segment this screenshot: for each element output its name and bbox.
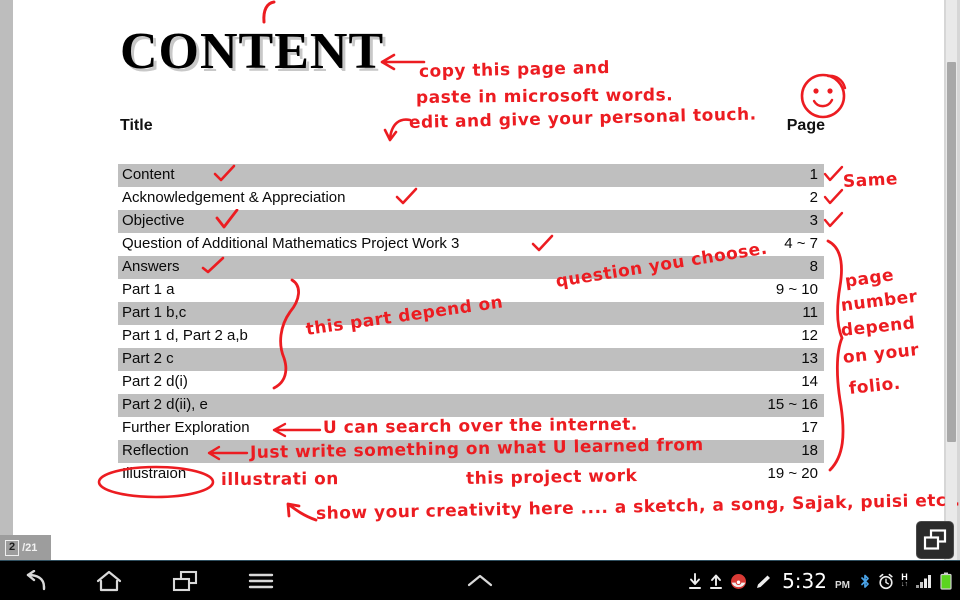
toc-entry-title: Part 1 d, Part 2 a,b	[122, 327, 248, 344]
toc-entry-title: Question of Additional Mathematics Proje…	[122, 235, 460, 252]
upload-status-button[interactable]	[709, 573, 723, 590]
toc-entry-title: Acknowledgement & Appreciation	[122, 189, 346, 206]
table-of-contents: Content 1 Acknowledgement & Appreciation 2 O…	[118, 164, 824, 486]
toc-entry-page: 18	[801, 442, 818, 459]
table-row: Content 1	[118, 164, 824, 187]
toc-entry-title: Part 1 a	[122, 281, 175, 298]
toc-entry-page: 13	[801, 350, 818, 367]
home-button[interactable]	[94, 566, 124, 596]
table-row: Illustraion 19 ~ 20	[118, 463, 824, 486]
recent-apps-icon	[172, 570, 198, 592]
network-type-indicator: H ↓↑	[901, 573, 908, 589]
status-icon-group: 5:32 PM H ↓↑	[688, 561, 952, 600]
notification-status-button[interactable]	[730, 573, 747, 590]
toc-entry-page: 14	[801, 373, 818, 390]
toc-entry-page: 2	[809, 189, 818, 206]
toc-entry-page: 11	[802, 304, 818, 321]
page-margin-left	[0, 0, 13, 560]
status-clock-time: 5:32	[782, 569, 827, 593]
download-status-button[interactable]	[688, 572, 702, 590]
screen-root: CONTENT Title Page Content 1 Acknowledgeme…	[0, 0, 960, 600]
table-row: Acknowledgement & Appreciation 2	[118, 187, 824, 210]
page-indicator[interactable]: 2 /21	[0, 535, 51, 560]
home-icon	[96, 570, 122, 592]
table-row: Part 1 b,c 11	[118, 302, 824, 325]
back-arrow-icon	[26, 570, 46, 591]
notification-circle-icon	[731, 573, 747, 589]
toc-entry-title: Answers	[122, 258, 180, 275]
signal-status-icon	[915, 573, 933, 589]
table-row: Further Exploration 17	[118, 417, 824, 440]
table-row: Part 2 d(ii), e 15 ~ 16	[118, 394, 824, 417]
multi-window-button[interactable]	[916, 521, 954, 559]
document-viewport[interactable]: CONTENT Title Page Content 1 Acknowledgeme…	[0, 0, 960, 560]
toc-entry-page: 15 ~ 16	[767, 396, 818, 413]
alarm-clock-icon	[879, 573, 893, 589]
toc-entry-title: Content	[122, 166, 175, 183]
page-indicator-current: 2	[5, 539, 20, 556]
toc-entry-page: 3	[809, 212, 818, 229]
toc-entry-title: Illustraion	[122, 465, 187, 482]
toc-entry-page: 19 ~ 20	[767, 465, 818, 482]
toc-entry-title: Part 2 d(i)	[122, 373, 188, 390]
table-row: Question of Additional Mathematics Proje…	[118, 233, 824, 256]
toc-entry-title: Part 2 c	[122, 350, 174, 367]
toc-entry-page: 12	[801, 327, 818, 344]
toc-entry-title: Reflection	[122, 442, 189, 459]
android-system-bar: 5:32 PM H ↓↑	[0, 560, 960, 600]
toc-entry-page: 8	[809, 258, 818, 275]
navigation-button-group	[0, 561, 276, 600]
recent-apps-button[interactable]	[170, 566, 200, 596]
toc-entry-title: Part 2 d(ii), e	[122, 396, 208, 413]
column-header-page: Page	[786, 117, 825, 134]
bluetooth-status-icon	[859, 573, 871, 590]
table-row: Part 2 c 13	[118, 348, 824, 371]
toc-entry-page: 1	[809, 166, 818, 183]
toc-entry-title: Further Exploration	[122, 419, 250, 436]
vertical-scrollbar-thumb[interactable]	[947, 62, 956, 442]
pen-status-button[interactable]	[754, 573, 772, 590]
alarm-status-icon	[878, 573, 894, 590]
toc-entry-title: Part 1 b,c	[122, 304, 187, 321]
network-activity-arrows: ↓↑	[901, 581, 908, 588]
table-row: Part 2 d(i) 14	[118, 371, 824, 394]
signal-bars-icon	[916, 575, 931, 588]
download-icon	[689, 572, 702, 589]
overlapping-windows-icon	[923, 529, 947, 550]
toc-entry-page: 4 ~ 7	[784, 235, 818, 252]
assist-button[interactable]	[462, 561, 498, 600]
back-button[interactable]	[18, 566, 48, 596]
pen-icon	[757, 575, 771, 588]
menu-button[interactable]	[246, 566, 276, 596]
upload-icon	[710, 574, 723, 589]
page-indicator-total: /21	[22, 541, 38, 554]
assist-caret-icon	[467, 574, 493, 587]
toc-entry-page: 9 ~ 10	[775, 281, 818, 298]
toc-body: Content 1 Acknowledgement & Appreciation 2 O…	[118, 164, 824, 486]
bluetooth-icon	[861, 574, 869, 588]
table-row: Objective 3	[118, 210, 824, 233]
table-row: Answers 8	[118, 256, 824, 279]
table-row: Part 1 d, Part 2 a,b 12	[118, 325, 824, 348]
battery-status-icon	[940, 572, 952, 590]
toc-entry-title: Objective	[122, 212, 185, 229]
toc-entry-page: 17	[801, 419, 818, 436]
page-title: CONTENT	[120, 23, 385, 80]
battery-icon	[940, 572, 952, 590]
table-row: Part 1 a 9 ~ 10	[118, 279, 824, 302]
table-row: Reflection 18	[118, 440, 824, 463]
menu-icon	[248, 573, 274, 589]
column-header-title: Title	[120, 117, 153, 134]
status-clock-ampm: PM	[835, 579, 850, 591]
